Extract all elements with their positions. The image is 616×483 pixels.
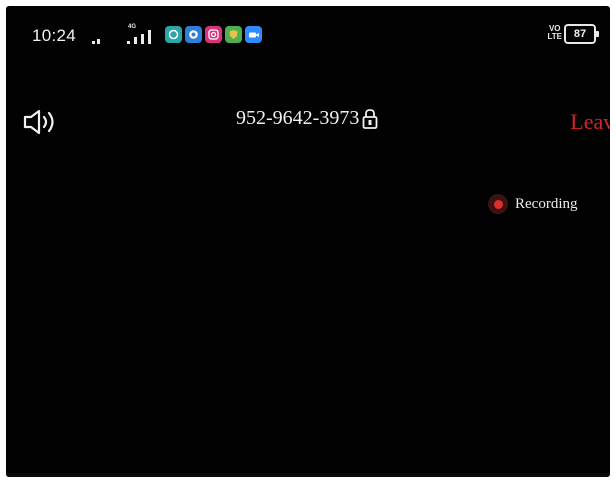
speaker-button[interactable] xyxy=(22,108,66,136)
zoom-icon xyxy=(245,26,262,43)
lock-icon xyxy=(362,108,378,129)
browser-icon xyxy=(185,26,202,43)
battery-indicator: 87 xyxy=(564,24,599,44)
instagram-icon xyxy=(205,26,222,43)
status-bar: 10:24 4G VO LTE 87 xyxy=(6,6,610,58)
battery-level: 87 xyxy=(573,28,587,40)
recording-indicator: Recording xyxy=(488,194,577,214)
recording-label: Recording xyxy=(515,195,578,212)
volte-indicator: VO LTE xyxy=(547,24,562,41)
meeting-info[interactable]: 952-9642-3973 xyxy=(236,107,378,130)
speaker-icon xyxy=(23,109,54,135)
status-time: 10:24 xyxy=(32,26,77,45)
notification-icons xyxy=(165,26,262,43)
leave-button[interactable]: Leave xyxy=(570,109,610,135)
shield-app-icon xyxy=(225,26,242,43)
recording-dot-icon xyxy=(488,194,508,214)
meeting-screen: 10:24 4G VO LTE 87 952-9642-3973 Leav Re… xyxy=(6,6,610,477)
bottom-edge xyxy=(6,473,610,477)
wifi-signal-icon xyxy=(92,37,104,44)
whatsapp-icon xyxy=(165,26,182,43)
meeting-id: 952-9642-3973 xyxy=(236,107,360,129)
cellular-signal-icon: 4G xyxy=(121,24,157,44)
